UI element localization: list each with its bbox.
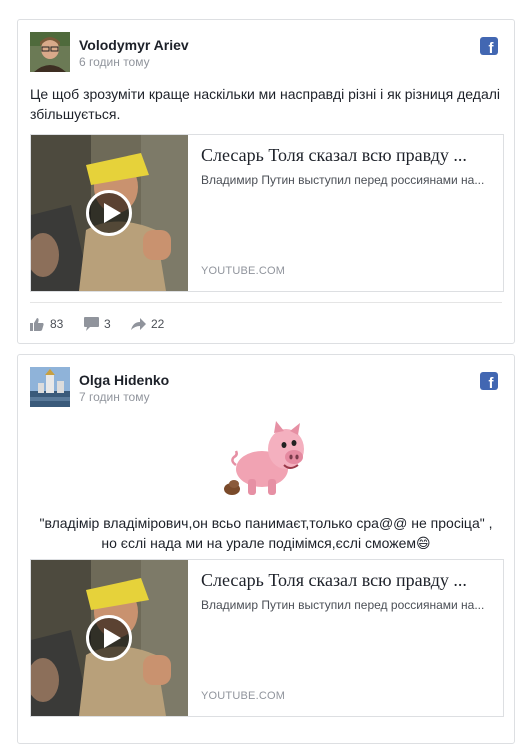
like-icon [30,318,44,331]
share-icon [131,318,146,330]
author-name[interactable]: Volodymyr Ariev [79,37,189,53]
post-text: "владімір владімірович,он всьо панимаєт,… [39,515,493,551]
play-icon[interactable] [86,190,132,236]
avatar[interactable] [30,367,70,407]
link-domain: YOUTUBE.COM [201,690,286,702]
shares-number: 22 [151,317,165,331]
link-domain: YOUTUBE.COM [201,265,286,277]
pig-sticker [224,421,310,499]
video-thumbnail[interactable] [31,135,188,291]
link-preview[interactable]: Слесарь Толя сказал всю правду ... Влади… [30,134,504,292]
post-text: Це щоб зрозуміти краще наскільки ми насп… [30,86,501,122]
link-preview[interactable]: Слесарь Толя сказал всю правду ... Влади… [30,559,504,717]
post-card: Olga Hidenko 7 годин тому f "владімір вл… [17,354,515,744]
facebook-icon[interactable]: f [480,37,498,55]
post-header: Olga Hidenko 7 годин тому f [30,367,502,407]
comment-icon [84,317,99,331]
facebook-icon[interactable]: f [480,372,498,390]
post-time[interactable]: 7 годин тому [79,390,150,404]
link-title[interactable]: Слесарь Толя сказал всю правду ... [201,570,493,591]
video-thumbnail[interactable] [31,560,188,716]
link-description: Владимир Путин выступил перед россиянами… [201,598,485,612]
post-header: Volodymyr Ariev 6 годин тому f [30,32,502,72]
post-card: Volodymyr Ariev 6 годин тому f Це щоб зр… [17,19,515,344]
comments-number: 3 [104,317,111,331]
likes-count[interactable]: 83 [30,314,70,334]
likes-number: 83 [50,317,64,331]
link-description: Владимир Путин выступил перед россиянами… [201,173,485,187]
link-title[interactable]: Слесарь Толя сказал всю правду ... [201,145,493,166]
comments-count[interactable]: 3 [84,314,118,334]
play-icon[interactable] [86,615,132,661]
divider [30,302,502,303]
post-time[interactable]: 6 годин тому [79,55,150,69]
shares-count[interactable]: 22 [131,314,171,334]
author-name[interactable]: Olga Hidenko [79,372,169,388]
avatar[interactable] [30,32,70,72]
